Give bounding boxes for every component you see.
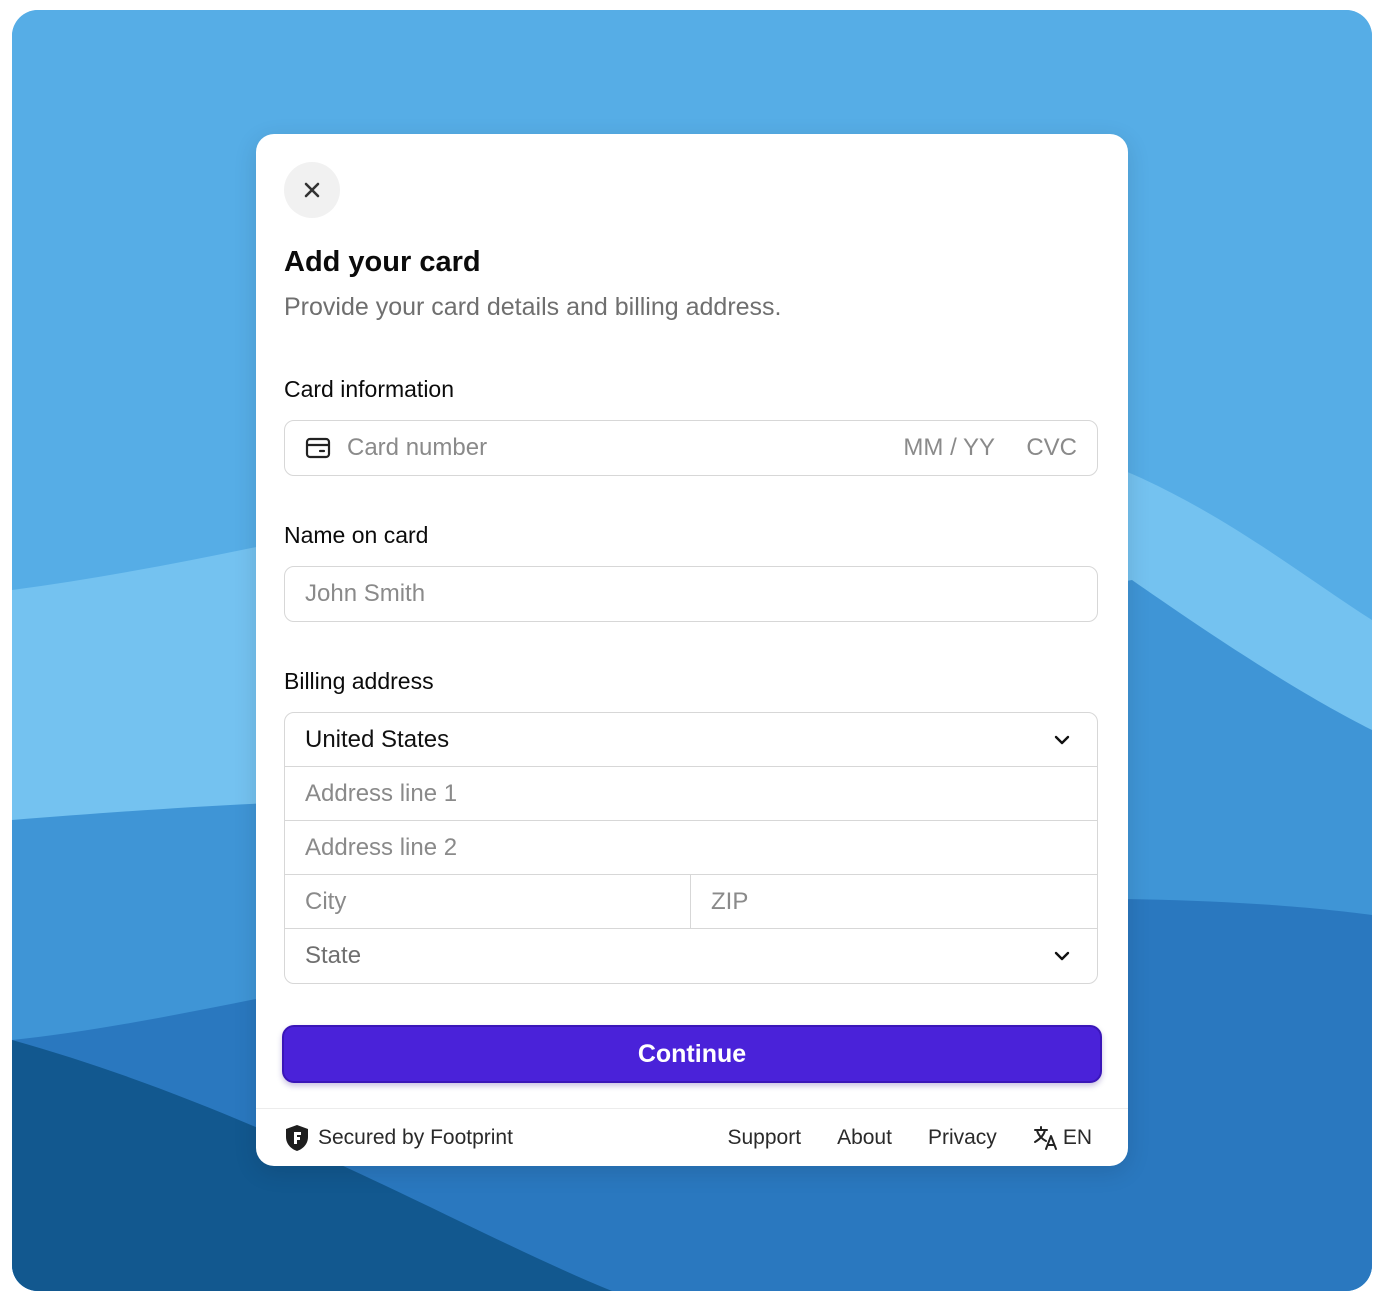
about-link[interactable]: About (837, 1126, 892, 1150)
continue-button[interactable]: Continue (282, 1025, 1102, 1083)
footer-links: Support About Privacy EN (692, 1125, 1092, 1151)
privacy-link[interactable]: Privacy (928, 1126, 997, 1150)
cvc-input[interactable] (1023, 434, 1077, 462)
address-line-1-input[interactable] (305, 779, 1045, 808)
zip-input[interactable] (711, 887, 1071, 916)
billing-address-label: Billing address (284, 668, 434, 694)
chevron-down-icon (1051, 945, 1073, 967)
modal-footer: Secured by Footprint Support About Priva… (256, 1108, 1128, 1166)
city-input[interactable] (305, 887, 665, 916)
country-value: United States (305, 725, 450, 753)
expiry-input[interactable] (895, 434, 995, 462)
state-select[interactable]: State (285, 929, 1097, 983)
language-code: EN (1062, 1125, 1092, 1149)
city-zip-row (285, 875, 1097, 929)
close-icon (304, 182, 320, 198)
address-line-2-input[interactable] (305, 833, 1045, 862)
add-card-modal: Add your card Provide your card details … (256, 134, 1128, 1166)
name-on-card-input[interactable] (305, 580, 1065, 608)
card-information-field (284, 420, 1098, 476)
address-line-1-row (285, 767, 1097, 821)
footprint-shield-icon (284, 1124, 310, 1152)
close-button[interactable] (284, 162, 340, 218)
support-link[interactable]: Support (728, 1126, 802, 1150)
secured-text: Secured by Footprint (318, 1125, 513, 1149)
state-placeholder: State (305, 942, 362, 969)
country-select[interactable]: United States (285, 713, 1097, 767)
language-selector[interactable]: EN (1033, 1125, 1092, 1151)
billing-address-group: United States State (284, 712, 1098, 984)
city-cell (285, 875, 691, 928)
modal-title: Add your card (284, 246, 481, 278)
card-information-label: Card information (284, 376, 455, 402)
chevron-down-icon (1051, 729, 1073, 751)
card-number-input[interactable] (347, 434, 895, 462)
secured-by-footprint: Secured by Footprint (284, 1124, 513, 1152)
credit-card-icon (305, 437, 331, 459)
address-line-2-row (285, 821, 1097, 875)
modal-subtitle: Provide your card details and billing ad… (284, 293, 782, 321)
name-on-card-label: Name on card (284, 522, 429, 548)
zip-cell (691, 875, 1097, 928)
name-on-card-field (284, 566, 1098, 622)
translate-icon (1033, 1125, 1059, 1151)
